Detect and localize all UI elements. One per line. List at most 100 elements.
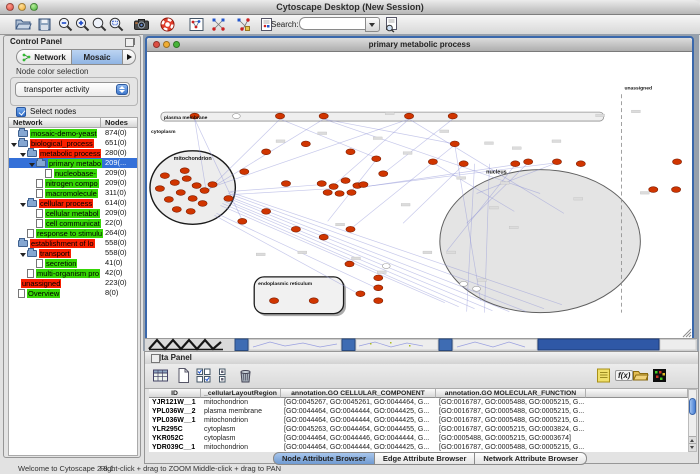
network-node[interactable] <box>379 171 388 177</box>
table-row[interactable]: YLR295Ccytoplasm[GO:0045263, GO:0044464,… <box>149 425 688 434</box>
network-node[interactable] <box>374 298 383 304</box>
network-edge[interactable] <box>280 119 376 158</box>
delete-attribute-icon[interactable] <box>237 367 254 384</box>
unselect-attributes-icon[interactable] <box>195 367 212 384</box>
save-icon[interactable] <box>36 16 53 33</box>
select-nodes-checkbox[interactable] <box>16 107 26 117</box>
network-canvas[interactable]: plasma membranecytoplasmmitochondrionnuc… <box>147 52 688 337</box>
column-header[interactable] <box>586 389 688 398</box>
notes-icon[interactable] <box>595 367 612 384</box>
network-node[interactable] <box>319 113 328 119</box>
new-attribute-icon[interactable] <box>175 367 192 384</box>
minimize-button[interactable] <box>18 3 26 11</box>
network-node[interactable] <box>372 156 381 162</box>
tab-overflow-button[interactable] <box>122 49 136 65</box>
tree-row[interactable]: mosaic-demo-yeast874(0) <box>9 128 137 138</box>
tree-row[interactable]: cellular metabol209(0) <box>9 208 137 218</box>
float-panel-icon[interactable] <box>125 38 134 47</box>
network-node[interactable] <box>269 298 278 304</box>
tree-row[interactable]: establishment of lo558(0) <box>9 238 137 248</box>
network-node[interactable] <box>511 161 520 167</box>
network-node[interactable] <box>356 291 365 297</box>
tree-row[interactable]: secretion41(0) <box>9 258 137 268</box>
table-row[interactable]: YJR121W__1mitochondrion[GO:0045267, GO:0… <box>149 398 688 407</box>
resize-grip-icon[interactable] <box>682 328 692 338</box>
close-button[interactable] <box>6 3 14 11</box>
table-row[interactable]: YDR039C__1mitochondrion[GO:0044464, GO:0… <box>149 443 688 452</box>
network-node[interactable] <box>359 182 368 188</box>
table-row[interactable]: YPL036W__2plasma membrane[GO:0044464, GO… <box>149 407 688 416</box>
network-node[interactable] <box>309 298 318 304</box>
network-node[interactable] <box>291 226 300 232</box>
zoom-out-icon[interactable] <box>57 16 74 33</box>
network-node[interactable] <box>164 197 173 203</box>
tree-header-nodes[interactable]: Nodes <box>101 117 138 128</box>
network-node[interactable] <box>180 168 189 174</box>
network-node[interactable] <box>275 113 284 119</box>
network-edge[interactable] <box>328 119 409 190</box>
network-node[interactable] <box>186 208 195 214</box>
network-node[interactable] <box>346 149 355 155</box>
network-node[interactable] <box>232 114 240 119</box>
search-config-icon[interactable] <box>383 16 400 33</box>
table-scrollbar[interactable] <box>688 389 697 452</box>
network-node[interactable] <box>281 181 290 187</box>
network-node[interactable] <box>317 181 326 187</box>
network-node[interactable] <box>188 196 197 202</box>
network-node[interactable] <box>346 226 355 232</box>
network-node[interactable] <box>345 261 354 267</box>
attribute-table-icon[interactable] <box>152 367 169 384</box>
column-header[interactable]: ID <box>149 389 201 398</box>
network-node[interactable] <box>374 285 383 291</box>
tab-mosaic[interactable]: Mosaic <box>71 49 123 65</box>
network-node[interactable] <box>301 141 310 147</box>
table-row[interactable]: YPL036W__1mitochondrion[GO:0044464, GO:0… <box>149 416 688 425</box>
tree-row[interactable]: cell communicat22(0) <box>9 218 137 228</box>
zoom-selected-icon[interactable] <box>91 16 108 33</box>
network-node[interactable] <box>240 169 249 175</box>
network-node[interactable] <box>460 281 468 286</box>
network-node[interactable] <box>524 159 533 165</box>
matrix-view-icon[interactable] <box>651 367 668 384</box>
scrollbar-thumb[interactable] <box>689 398 696 415</box>
network-edge[interactable] <box>232 189 333 195</box>
network-node[interactable] <box>262 149 271 155</box>
tree-row[interactable]: nucleobase-209(0) <box>9 168 137 178</box>
network-node[interactable] <box>576 161 585 167</box>
tree-row[interactable]: cellular process614(0) <box>9 198 137 208</box>
node-color-select[interactable]: transporter activity <box>15 82 130 97</box>
network-node[interactable] <box>473 286 481 291</box>
formula-icon[interactable]: f(x) <box>615 370 633 381</box>
float-panel-icon[interactable] <box>151 354 160 363</box>
tree-row[interactable]: transport558(0) <box>9 248 137 258</box>
snapshot-icon[interactable] <box>133 16 150 33</box>
tree-row[interactable]: response to stimulu264(0) <box>9 228 137 238</box>
zoom-in-icon[interactable] <box>74 16 91 33</box>
network-node[interactable] <box>673 159 682 165</box>
close-icon[interactable] <box>153 41 160 48</box>
network-node[interactable] <box>172 207 181 213</box>
network-node[interactable] <box>224 196 233 202</box>
select-attributes-icon[interactable] <box>215 367 232 384</box>
network-window-titlebar[interactable]: primary metabolic process <box>147 38 692 52</box>
tree-row[interactable]: multi-organism pro42(0) <box>9 268 137 278</box>
network-node[interactable] <box>170 180 179 186</box>
network-node[interactable] <box>672 187 681 193</box>
tree-row[interactable]: unassigned223(0) <box>9 278 137 288</box>
network-node[interactable] <box>176 190 185 196</box>
network-node[interactable] <box>155 186 164 192</box>
network-node[interactable] <box>459 161 468 167</box>
search-input[interactable] <box>299 17 367 30</box>
network-node[interactable] <box>329 184 338 190</box>
zoom-button[interactable] <box>30 3 38 11</box>
network-edge[interactable] <box>324 119 455 144</box>
maximize-icon[interactable] <box>173 41 180 48</box>
network-node[interactable] <box>382 263 390 268</box>
minimize-icon[interactable] <box>163 41 170 48</box>
tree-row[interactable]: macromolecule311(0) <box>9 188 137 198</box>
scroll-down-button[interactable] <box>689 443 696 451</box>
import-attributes-icon[interactable] <box>632 367 649 384</box>
network-node[interactable] <box>448 113 457 119</box>
network-node[interactable] <box>428 159 437 165</box>
network-edge[interactable] <box>383 119 452 174</box>
